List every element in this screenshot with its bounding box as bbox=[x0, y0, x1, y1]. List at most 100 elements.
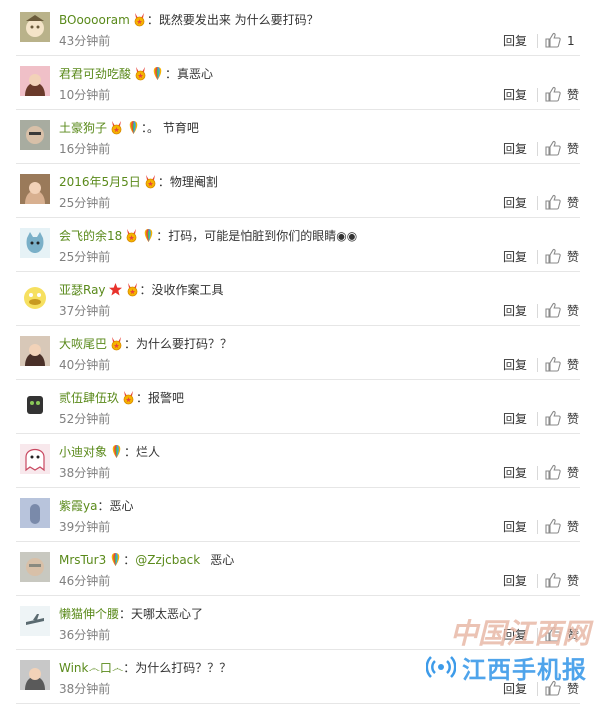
thumbs-up-icon bbox=[545, 32, 561, 48]
reply-button[interactable]: 回复 bbox=[503, 303, 527, 319]
username-link[interactable]: 土豪狗子 bbox=[59, 121, 107, 135]
reply-button[interactable]: 回复 bbox=[503, 411, 527, 427]
user-avatar[interactable] bbox=[20, 552, 50, 582]
rainbow-badge-icon[interactable] bbox=[141, 228, 156, 243]
rainbow-badge-icon[interactable] bbox=[126, 120, 141, 135]
username-link[interactable]: 贰伍肆伍玖 bbox=[59, 391, 119, 405]
comment-timestamp: 40分钟前 bbox=[59, 358, 111, 372]
action-divider bbox=[537, 412, 538, 426]
medal-badge-icon[interactable] bbox=[121, 390, 136, 405]
like-label: 赞 bbox=[567, 358, 580, 372]
action-divider bbox=[537, 304, 538, 318]
action-divider bbox=[537, 34, 538, 48]
comment-text: 打码，可能是怕脏到你们的眼睛◉◉ bbox=[168, 229, 358, 243]
action-divider bbox=[537, 88, 538, 102]
medal-badge-icon[interactable] bbox=[125, 282, 140, 297]
comment-line: 土豪狗子：。 节育吧 bbox=[59, 120, 199, 136]
thumbs-up-icon bbox=[545, 518, 561, 534]
user-avatar[interactable] bbox=[20, 660, 50, 690]
user-avatar[interactable] bbox=[20, 390, 50, 420]
medal-badge-icon[interactable] bbox=[109, 120, 124, 135]
action-divider bbox=[537, 358, 538, 372]
comment-text: 。 节育吧 bbox=[147, 121, 199, 135]
username-link[interactable]: 亚瑟Ray bbox=[59, 283, 106, 297]
comment-line: 懒猫伸个腰：天哪太恶心了 bbox=[59, 606, 203, 622]
user-avatar[interactable] bbox=[20, 12, 50, 42]
colon-separator: ： bbox=[123, 661, 136, 675]
thumbs-up-icon bbox=[545, 464, 561, 480]
comment-text: 为什么打码？？？ bbox=[135, 661, 232, 675]
colon-separator: ： bbox=[97, 499, 110, 513]
comment-item: BOooooram ：既然要发出来 为什么要打码？ 43分钟前 回复 1 bbox=[16, 2, 580, 56]
star-badge-icon[interactable] bbox=[108, 282, 123, 297]
comment-text: 真恶心 bbox=[177, 67, 214, 81]
colon-separator: ： bbox=[136, 391, 149, 405]
comment-line: BOooooram ：既然要发出来 为什么要打码？ bbox=[59, 12, 319, 28]
reply-button[interactable]: 回复 bbox=[503, 33, 527, 49]
username-link[interactable]: 君君可劲吃酸 bbox=[59, 67, 131, 81]
medal-badge-icon[interactable] bbox=[132, 12, 147, 27]
watermark-bottom-text: 江西手机报 bbox=[462, 656, 587, 684]
action-divider bbox=[537, 250, 538, 264]
user-avatar[interactable] bbox=[20, 444, 50, 474]
colon-separator: ： bbox=[146, 13, 159, 27]
like-label: 赞 bbox=[567, 574, 580, 588]
username-link[interactable]: 会飞的余18 bbox=[59, 229, 122, 243]
user-avatar[interactable] bbox=[20, 66, 50, 96]
like-label: 赞 bbox=[567, 520, 580, 534]
username-link[interactable]: MrsTur3 bbox=[59, 553, 106, 567]
comment-timestamp: 52分钟前 bbox=[59, 412, 111, 426]
comment-item: 小迪对象 ：烂人 38分钟前 回复 赞 bbox=[16, 434, 580, 488]
like-label: 赞 bbox=[567, 196, 580, 210]
comment-item: MrsTur3 ：@Zzjcback 恶心 46分钟前 回复 赞 bbox=[16, 542, 580, 596]
comment-text: 报警吧 bbox=[148, 391, 185, 405]
reply-button[interactable]: 回复 bbox=[503, 573, 527, 589]
medal-badge-icon[interactable] bbox=[124, 228, 139, 243]
comment-item: 会飞的余18 ：打码，可能是怕脏到你们的眼睛◉◉ 25分钟前 回复 赞 bbox=[16, 218, 580, 272]
medal-badge-icon[interactable] bbox=[133, 66, 148, 81]
comment-timestamp: 46分钟前 bbox=[59, 574, 111, 588]
reply-button[interactable]: 回复 bbox=[503, 141, 527, 157]
username-link[interactable]: 小迪对象 bbox=[59, 445, 107, 459]
user-avatar[interactable] bbox=[20, 498, 50, 528]
rainbow-badge-icon[interactable] bbox=[108, 552, 123, 567]
colon-separator: ： bbox=[165, 67, 178, 81]
reply-button[interactable]: 回复 bbox=[503, 357, 527, 373]
user-avatar[interactable] bbox=[20, 606, 50, 636]
rainbow-badge-icon[interactable] bbox=[109, 444, 124, 459]
user-avatar[interactable] bbox=[20, 174, 50, 204]
username-link[interactable]: Wink෴口෴ bbox=[59, 661, 123, 675]
username-link[interactable]: 紫霞ya bbox=[59, 499, 97, 513]
username-link[interactable]: 懒猫伸个腰 bbox=[59, 607, 119, 621]
thumbs-up-icon bbox=[545, 140, 561, 156]
reply-button[interactable]: 回复 bbox=[503, 519, 527, 535]
username-link[interactable]: 2016年5月5日 bbox=[59, 175, 141, 189]
colon-separator: ： bbox=[139, 283, 152, 297]
comment-text: 为什么要打码？？ bbox=[136, 337, 233, 351]
mention-link[interactable]: @Zzjcback bbox=[135, 553, 200, 567]
thumbs-up-icon bbox=[545, 356, 561, 372]
thumbs-up-icon bbox=[545, 302, 561, 318]
user-avatar[interactable] bbox=[20, 120, 50, 150]
thumbs-up-icon bbox=[545, 410, 561, 426]
reply-button[interactable]: 回复 bbox=[503, 465, 527, 481]
like-count: 1 bbox=[567, 34, 575, 48]
rainbow-badge-icon[interactable] bbox=[150, 66, 165, 81]
medal-badge-icon[interactable] bbox=[109, 336, 124, 351]
comment-line: 小迪对象 ：烂人 bbox=[59, 444, 160, 460]
reply-button[interactable]: 回复 bbox=[503, 195, 527, 211]
thumbs-up-icon bbox=[545, 86, 561, 102]
user-avatar[interactable] bbox=[20, 282, 50, 312]
comment-item: 2016年5月5日 ：物理阉割 25分钟前 回复 赞 bbox=[16, 164, 580, 218]
reply-button[interactable]: 回复 bbox=[503, 249, 527, 265]
username-link[interactable]: 大咴尾巴 bbox=[59, 337, 107, 351]
username-link[interactable]: BOooooram bbox=[59, 13, 130, 27]
comment-item: 君君可劲吃酸 ：真恶心 10分钟前 回复 赞 bbox=[16, 56, 580, 110]
medal-badge-icon[interactable] bbox=[143, 174, 158, 189]
colon-separator: ： bbox=[124, 337, 137, 351]
comment-item: 亚瑟Ray ：没收作案工具 37分钟前 回复 赞 bbox=[16, 272, 580, 326]
user-avatar[interactable] bbox=[20, 228, 50, 258]
reply-button[interactable]: 回复 bbox=[503, 87, 527, 103]
user-avatar[interactable] bbox=[20, 336, 50, 366]
comment-timestamp: 16分钟前 bbox=[59, 142, 111, 156]
